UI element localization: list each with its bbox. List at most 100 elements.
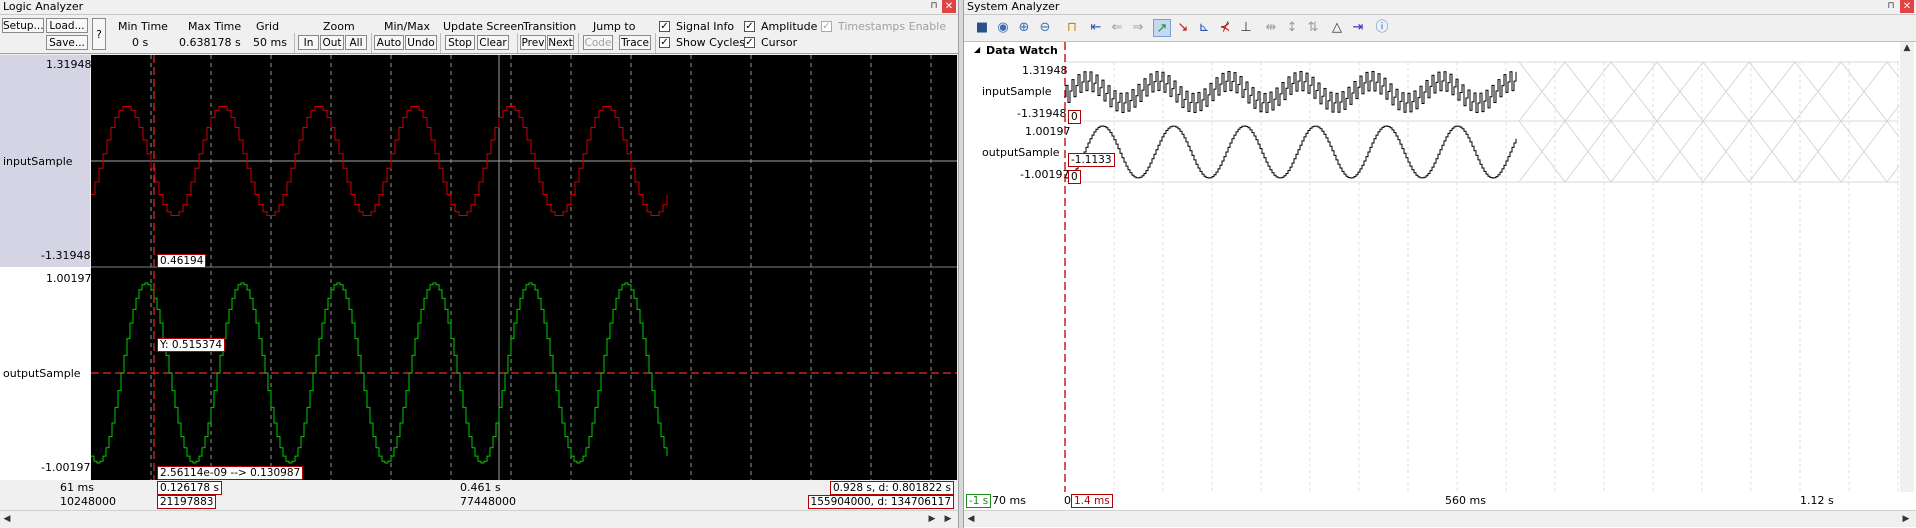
prev-edge-icon[interactable]: ⊾ bbox=[1195, 19, 1213, 37]
back-icon[interactable]: ⇐ bbox=[1108, 19, 1126, 37]
close-icon[interactable]: ✕ bbox=[942, 0, 956, 13]
fit-vertical-icon[interactable]: ↕ bbox=[1283, 19, 1301, 37]
data-watch-group[interactable]: ◢ Data Watch bbox=[964, 42, 1064, 60]
delta-icon[interactable]: △ bbox=[1328, 19, 1346, 37]
input-sample-name[interactable]: inputSample bbox=[3, 155, 73, 168]
cursor-icon[interactable]: ⊥ bbox=[1237, 19, 1255, 37]
scroll-up-icon[interactable]: ▲ bbox=[1901, 42, 1913, 54]
jump-end-icon[interactable]: ⇥ bbox=[1349, 19, 1367, 37]
stop-button[interactable]: Stop bbox=[445, 35, 475, 50]
output-sample-max: 1.00197 bbox=[46, 272, 92, 285]
sa-left-time: 70 ms bbox=[992, 494, 1026, 507]
zoom-fit-icon[interactable]: ◉ bbox=[994, 19, 1012, 37]
show-cycles-label: Show Cycles bbox=[676, 36, 745, 49]
logic-analyzer-titlebar: Logic Analyzer ⊓ ✕ bbox=[0, 0, 958, 15]
pin-icon[interactable]: ⊓ bbox=[928, 0, 940, 13]
grid-value: 50 ms bbox=[253, 36, 287, 49]
scroll-right-icon[interactable]: ▶ bbox=[926, 513, 938, 525]
input-sample-max: 1.31948 bbox=[46, 58, 92, 71]
max-time-value: 0.638178 s bbox=[179, 36, 241, 49]
zoom-in-icon[interactable]: ⊕ bbox=[1015, 19, 1033, 37]
zoom-out-icon[interactable]: ⊖ bbox=[1036, 19, 1054, 37]
sa-output-marker-value: -1.1133 bbox=[1068, 153, 1115, 167]
help-icon[interactable]: ⓘ bbox=[1373, 19, 1391, 37]
scroll-left-icon[interactable]: ◀ bbox=[1, 513, 13, 525]
sa-input-name[interactable]: inputSample bbox=[982, 85, 1052, 98]
left-time: 61 ms bbox=[60, 481, 94, 494]
max-time-header: Max Time bbox=[188, 20, 242, 33]
jump-trace-button[interactable]: Trace bbox=[619, 35, 651, 50]
zoom-out-button[interactable]: Out bbox=[320, 35, 344, 50]
cursor-time: 0.126178 s bbox=[157, 481, 222, 495]
cursor-delta: 2.56114e-09 --> 0.130987 bbox=[157, 466, 304, 480]
zoom-in-button[interactable]: In bbox=[298, 35, 319, 50]
timestamps-enable-checkbox[interactable]: ✓ bbox=[821, 21, 832, 32]
la-toolbar: Setup... Load... Save... ? Min Time 0 s … bbox=[0, 15, 958, 54]
unlock-icon[interactable]: ⊓ bbox=[1063, 19, 1081, 37]
hatch-line bbox=[1886, 120, 1899, 138]
signal-name-column: 1.31948 inputSample -1.31948 1.00197 out… bbox=[0, 55, 92, 480]
system-analyzer-titlebar: System Analyzer ⊓ ✕ bbox=[964, 0, 1916, 15]
jump-start-icon[interactable]: ⇤ bbox=[1087, 19, 1105, 37]
jump-code-button[interactable]: Code bbox=[583, 35, 613, 50]
la-horizontal-scrollbar[interactable]: ◀ ▶ ▶ bbox=[0, 510, 958, 527]
sa-plot-area[interactable] bbox=[1064, 42, 1899, 492]
logic-analyzer-window: Logic Analyzer ⊓ ✕ Setup... Load... Save… bbox=[0, 0, 958, 528]
sa-time-axis: -1 s 70 ms 0 1.4 ms 560 ms 1.12 s bbox=[964, 492, 1916, 510]
separator bbox=[440, 33, 441, 53]
sa-input-cursor-value: 0 bbox=[1068, 110, 1081, 124]
hatch-line bbox=[1886, 61, 1899, 79]
save-button[interactable]: Save... bbox=[46, 35, 88, 50]
min-time-header: Min Time bbox=[118, 20, 168, 33]
transition-header: Transition bbox=[523, 20, 577, 33]
prev-button[interactable]: Prev bbox=[520, 35, 546, 50]
clear-button[interactable]: Clear bbox=[477, 35, 509, 50]
sa-vertical-scrollbar[interactable]: ▲ bbox=[1900, 42, 1914, 492]
sa-grid bbox=[1113, 62, 1899, 492]
sa-output-min: -1.00197 bbox=[1020, 168, 1070, 181]
close-icon[interactable]: ✕ bbox=[1900, 0, 1914, 13]
scroll-left-icon[interactable]: ◀ bbox=[965, 513, 977, 525]
sa-toolbar: ■ ◉ ⊕ ⊖ ⊓ ⇤ ⇐ ⇒ ↗ ↘ ⊾ ⊀ ⊥ ⇹ ↕ ⇅ △ ⇥ ⓘ bbox=[964, 15, 1916, 42]
forward-icon[interactable]: ⇒ bbox=[1129, 19, 1147, 37]
zoom-header: Zoom bbox=[323, 20, 355, 33]
output-sample-name[interactable]: outputSample bbox=[3, 367, 81, 380]
update-screen-header: Update Screen bbox=[443, 20, 525, 33]
separator bbox=[578, 33, 579, 53]
collapse-icon[interactable]: ◢ bbox=[974, 45, 980, 54]
system-analyzer-window: System Analyzer ⊓ ✕ ■ ◉ ⊕ ⊖ ⊓ ⇤ ⇐ ⇒ ↗ ↘ … bbox=[964, 0, 1916, 528]
next-button[interactable]: Next bbox=[547, 35, 574, 50]
cursor-cycles: 21197883 bbox=[157, 495, 217, 509]
sa-horizontal-scrollbar[interactable]: ◀ ▶ bbox=[964, 510, 1916, 527]
amplitude-checkbox[interactable]: ✓ bbox=[744, 21, 755, 32]
sa-output-name[interactable]: outputSample bbox=[982, 146, 1060, 159]
expand-icon[interactable]: ⇹ bbox=[1262, 19, 1280, 37]
save-icon[interactable]: ■ bbox=[973, 19, 991, 37]
separator bbox=[371, 33, 372, 53]
timestamps-enable-label: Timestamps Enable bbox=[838, 20, 947, 33]
scroll-right-end-icon[interactable]: ▶ bbox=[942, 513, 954, 525]
signal-info-label: Signal Info bbox=[676, 20, 735, 33]
sa-no-data-region bbox=[1518, 61, 1899, 183]
rising-edge-icon[interactable]: ↗ bbox=[1153, 19, 1171, 37]
minmax-undo-button[interactable]: Undo bbox=[405, 35, 437, 50]
help-button[interactable]: ? bbox=[92, 18, 106, 50]
sa-output-waveform bbox=[1064, 125, 1517, 179]
sa-right-time: 1.12 s bbox=[1800, 494, 1834, 507]
show-cycles-checkbox[interactable]: ✓ bbox=[659, 37, 670, 48]
sa-cursor-marker: 0 bbox=[1064, 494, 1071, 507]
hatch-line bbox=[1886, 165, 1899, 183]
pin-icon[interactable]: ⊓ bbox=[1885, 0, 1897, 13]
la-plot-area[interactable] bbox=[91, 55, 957, 480]
sort-icon[interactable]: ⇅ bbox=[1304, 19, 1322, 37]
zoom-all-button[interactable]: All bbox=[345, 35, 367, 50]
load-button[interactable]: Load... bbox=[46, 18, 88, 33]
setup-button[interactable]: Setup... bbox=[2, 18, 44, 33]
scroll-right-icon[interactable]: ▶ bbox=[1900, 513, 1912, 525]
cursor-checkbox[interactable]: ✓ bbox=[744, 37, 755, 48]
falling-edge-icon[interactable]: ↘ bbox=[1174, 19, 1192, 37]
amplitude-label: Amplitude bbox=[761, 20, 818, 33]
minmax-auto-button[interactable]: Auto bbox=[374, 35, 404, 50]
signal-info-checkbox[interactable]: ✓ bbox=[659, 21, 670, 32]
next-edge-icon[interactable]: ⊀ bbox=[1216, 19, 1234, 37]
